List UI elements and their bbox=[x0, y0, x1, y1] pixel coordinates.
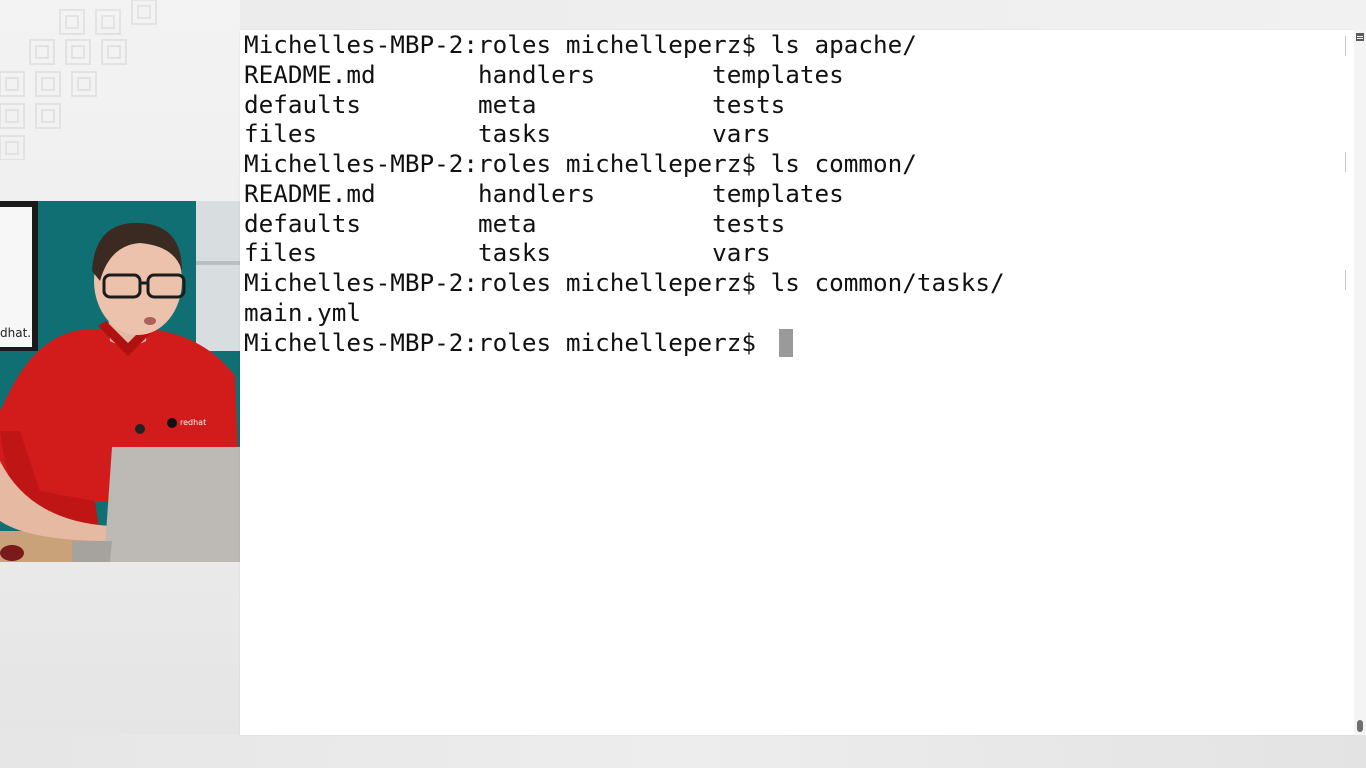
terminal-line: files tasks vars bbox=[244, 238, 771, 268]
presenter-illustration: dhat. redhat bbox=[0, 201, 240, 562]
scroll-top-icon[interactable] bbox=[1356, 33, 1364, 41]
terminal-window[interactable]: Michelles-MBP-2:roles michelleperz$ ls a… bbox=[240, 30, 1354, 735]
terminal-line: main.yml bbox=[244, 297, 362, 327]
page-background-top bbox=[240, 0, 1366, 30]
terminal-line: files tasks vars bbox=[244, 119, 771, 149]
line-marker bbox=[1345, 152, 1346, 172]
terminal-line: Michelles-MBP-2:roles michelleperz$ ls c… bbox=[244, 149, 917, 178]
line-marker bbox=[1345, 270, 1346, 290]
terminal-prompt: Michelles-MBP-2:roles michelleperz$ bbox=[244, 327, 771, 357]
terminal-scrollbar[interactable] bbox=[1354, 30, 1366, 735]
scrollbar-thumb[interactable] bbox=[1357, 720, 1363, 732]
terminal-line: defaults meta tests bbox=[244, 89, 786, 119]
page-background-bottom bbox=[0, 735, 1366, 768]
terminal-line: defaults meta tests bbox=[244, 208, 786, 238]
terminal-line: README.md handlers templates bbox=[244, 59, 844, 89]
terminal-prompt-line[interactable]: Michelles-MBP-2:roles michelleperz$ bbox=[244, 328, 1005, 358]
terminal-cursor bbox=[778, 328, 793, 357]
decorative-pattern bbox=[0, 0, 157, 160]
terminal-line: Michelles-MBP-2:roles michelleperz$ ls c… bbox=[244, 268, 1005, 297]
presenter-video: dhat. redhat bbox=[0, 201, 240, 562]
terminal-line: README.md handlers templates bbox=[244, 178, 844, 208]
terminal-output: Michelles-MBP-2:roles michelleperz$ ls a… bbox=[244, 30, 1005, 357]
terminal-line: Michelles-MBP-2:roles michelleperz$ ls a… bbox=[244, 30, 917, 59]
line-marker bbox=[1345, 36, 1346, 56]
monitor-logo-text: dhat. bbox=[0, 326, 31, 340]
shirt-logo-text: redhat bbox=[180, 418, 206, 427]
